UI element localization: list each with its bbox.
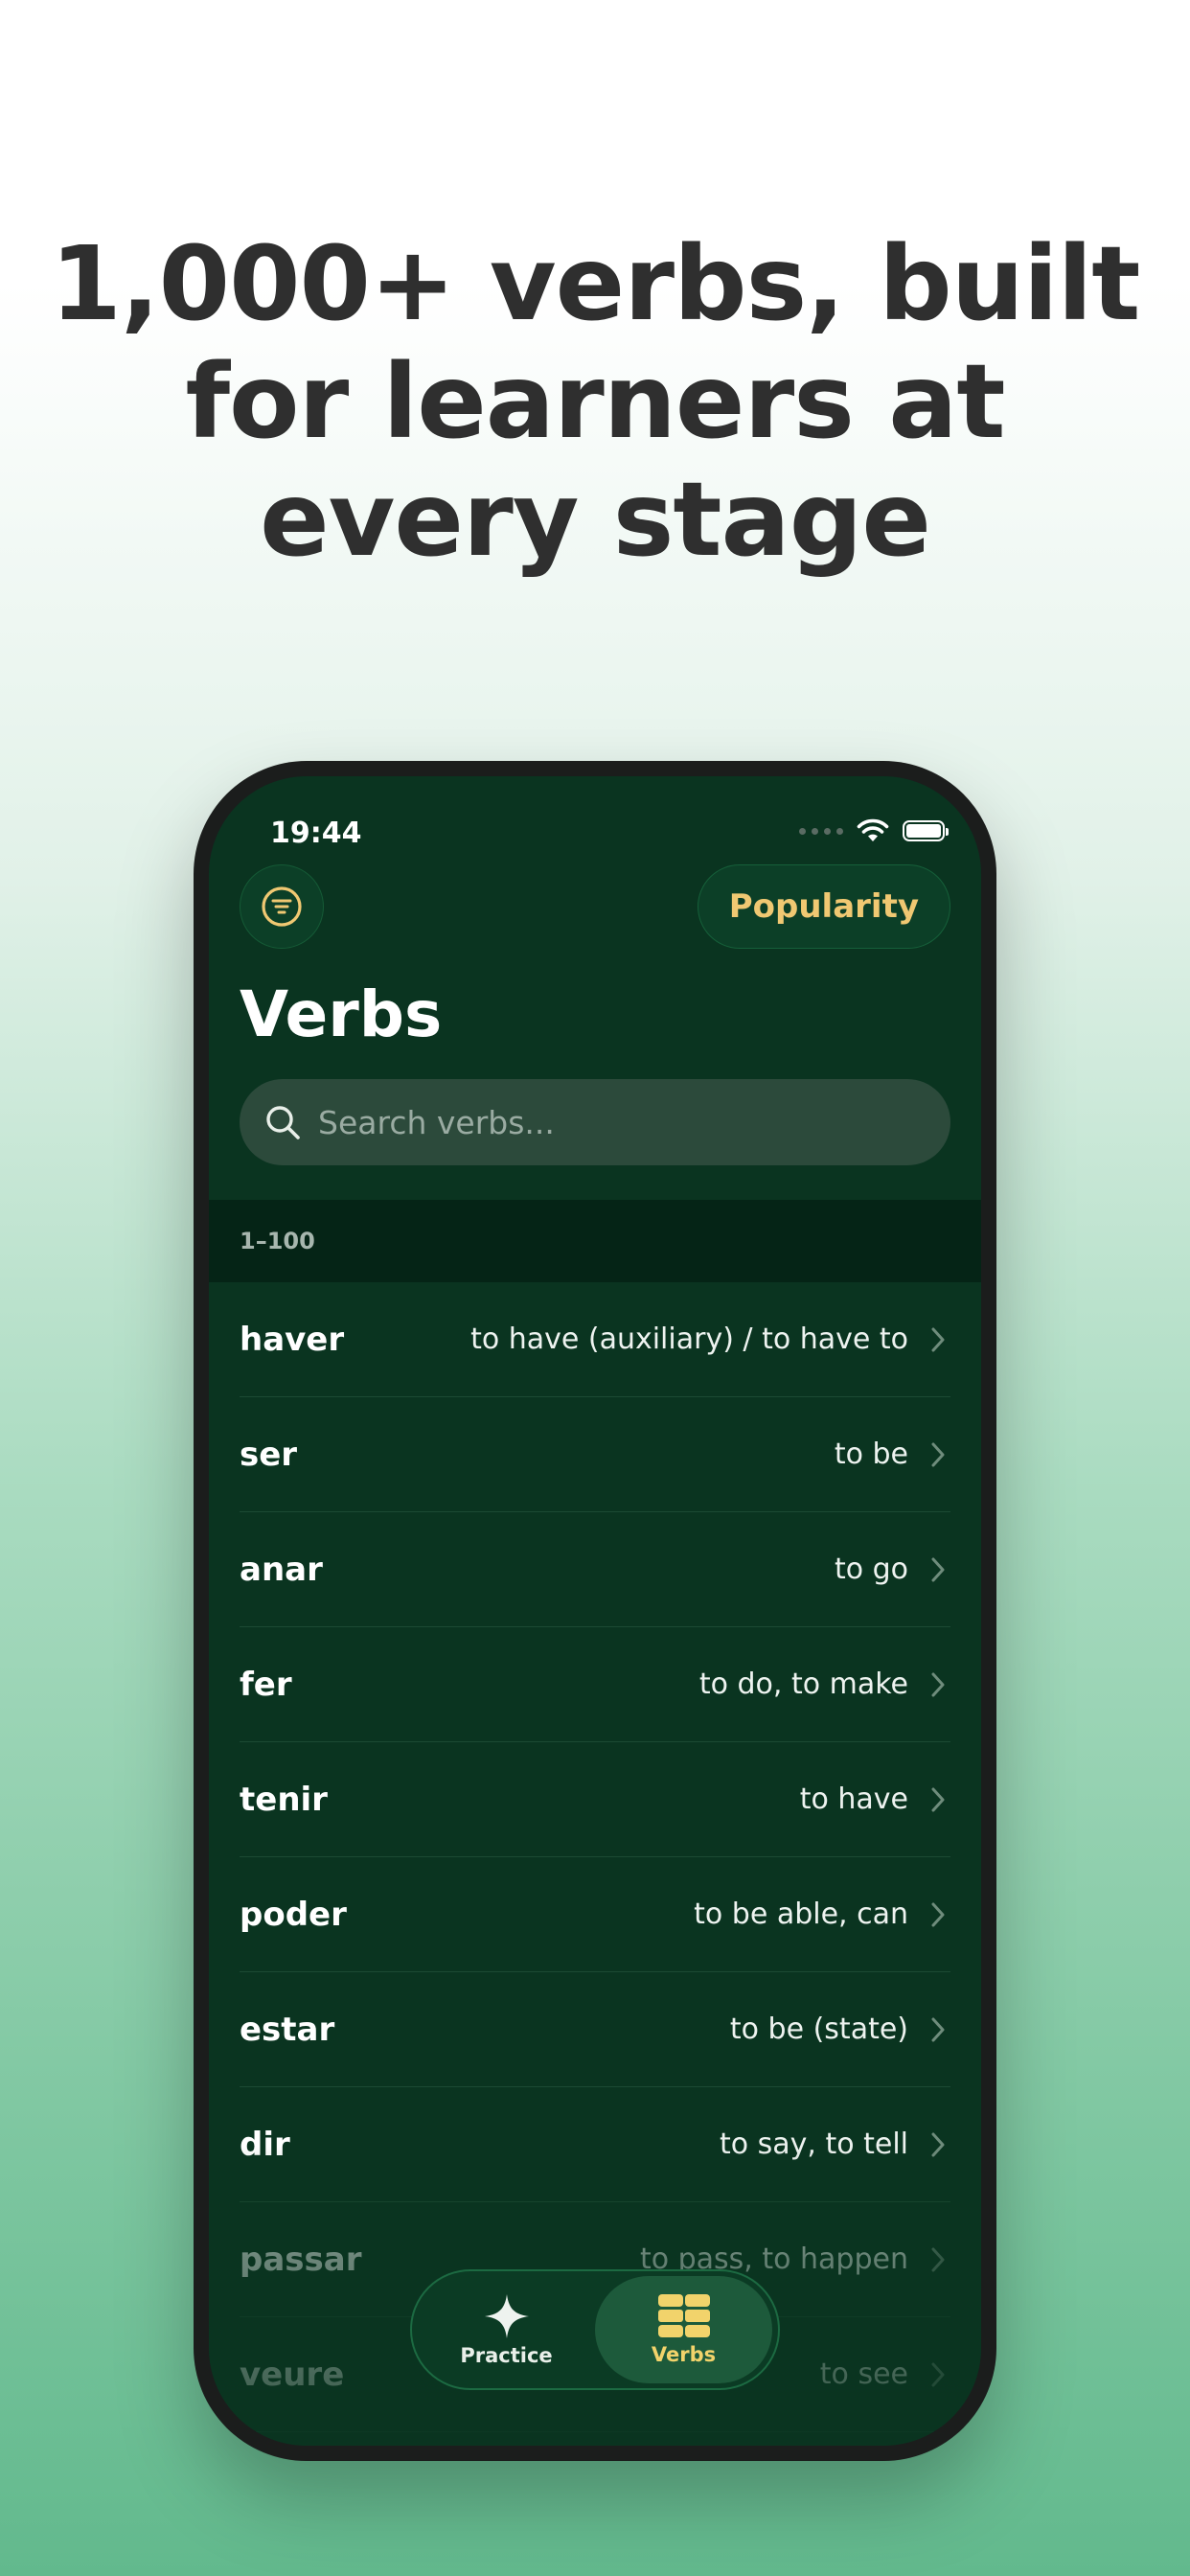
search-input[interactable]: Search verbs...	[240, 1079, 950, 1165]
verb-name: poder	[240, 1895, 347, 1934]
filter-button[interactable]	[240, 864, 324, 949]
cellular-signal-icon	[799, 827, 843, 835]
chevron-right-icon	[926, 1670, 950, 1699]
chevron-right-icon	[926, 1325, 950, 1354]
list-item[interactable]: anar to go	[240, 1512, 950, 1627]
chevron-right-icon	[926, 1440, 950, 1469]
tab-bar: Practice Verbs	[410, 2269, 780, 2390]
verb-name: anar	[240, 1550, 323, 1589]
list-item[interactable]: estar to be (state)	[240, 1972, 950, 2087]
verb-meaning: to do, to make	[698, 1668, 908, 1701]
chevron-right-icon	[926, 2245, 950, 2274]
chevron-right-icon	[926, 2015, 950, 2044]
phone-screen: 19:44 Popularity Verbs Search verbs... 1…	[209, 776, 981, 2446]
verb-meaning: to be able, can	[694, 1898, 908, 1931]
verb-name: haver	[240, 1320, 345, 1359]
chevron-right-icon	[926, 2130, 950, 2159]
tab-verbs[interactable]: Verbs	[595, 2276, 772, 2383]
headline-line-1: 1,000+ verbs, built	[50, 225, 1141, 344]
page-title: Verbs	[240, 978, 443, 1051]
chevron-right-icon	[926, 1555, 950, 1584]
verb-name: dir	[240, 2125, 290, 2164]
section-header: 1–100	[209, 1200, 981, 1282]
tab-label-verbs: Verbs	[651, 2343, 717, 2366]
verb-meaning: to be (state)	[729, 2012, 908, 2046]
chevron-right-icon	[926, 1900, 950, 1929]
tab-practice[interactable]: Practice	[418, 2276, 595, 2383]
list-item[interactable]: haver to have (auxiliary) / to have to	[240, 1282, 950, 1397]
phone-frame: 19:44 Popularity Verbs Search verbs... 1…	[194, 761, 996, 2461]
verb-name: fer	[240, 1665, 292, 1704]
list-item[interactable]: ser to be	[240, 1397, 950, 1512]
chevron-right-icon	[926, 2360, 950, 2389]
chevron-right-icon	[926, 1785, 950, 1814]
verb-name: passar	[240, 2240, 362, 2279]
sort-popularity-button[interactable]: Popularity	[697, 864, 950, 949]
wifi-icon	[857, 818, 889, 841]
list-item[interactable]: poder to be able, can	[240, 1857, 950, 1972]
list-item[interactable]: fer to do, to make	[240, 1627, 950, 1742]
verb-name: ser	[240, 1435, 298, 1474]
verb-name: tenir	[240, 1780, 328, 1819]
verb-list: haver to have (auxiliary) / to have to s…	[240, 1282, 950, 2432]
verb-name: estar	[240, 2010, 335, 2049]
search-icon	[264, 1103, 303, 1141]
verb-meaning: to say, to tell	[719, 2128, 908, 2161]
status-icons	[799, 818, 949, 843]
search-placeholder: Search verbs...	[318, 1103, 555, 1141]
verb-meaning: to see	[819, 2358, 908, 2391]
verb-meaning: to have (auxiliary) / to have to	[470, 1322, 908, 1356]
tab-label-practice: Practice	[460, 2344, 553, 2367]
verb-meaning: to have	[799, 1782, 908, 1816]
filter-icon	[262, 886, 302, 927]
headline-line-3: every stage	[260, 461, 931, 580]
list-item[interactable]: tenir to have	[240, 1742, 950, 1857]
verb-meaning: to go	[834, 1552, 908, 1586]
sparkle-icon	[484, 2294, 529, 2338]
verb-name: veure	[240, 2355, 345, 2394]
list-item[interactable]: dir to say, to tell	[240, 2087, 950, 2202]
headline: 1,000+ verbs, built for learners at ever…	[0, 226, 1190, 580]
battery-icon	[903, 820, 949, 841]
grid-icon	[657, 2294, 710, 2337]
headline-line-2: for learners at	[185, 343, 1005, 462]
verb-meaning: to be	[834, 1438, 908, 1471]
status-time: 19:44	[270, 816, 362, 850]
